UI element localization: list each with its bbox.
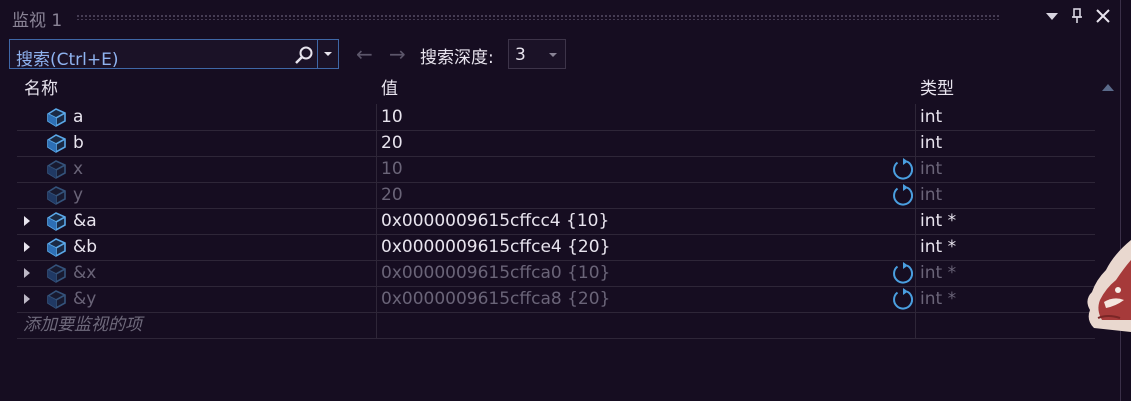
watch-value[interactable]: 20	[381, 130, 403, 156]
watch-value[interactable]: 0x0000009615cffca8 {20}	[381, 286, 610, 312]
refresh-icon[interactable]	[891, 287, 915, 311]
watch-row[interactable]: x 10 int	[17, 156, 1095, 183]
watch-value[interactable]: 10	[381, 104, 403, 130]
column-divider	[915, 104, 916, 131]
watch-name[interactable]: &b	[73, 234, 97, 260]
column-divider	[915, 208, 916, 235]
title-grip[interactable]	[76, 14, 1000, 20]
variable-icon	[45, 133, 67, 153]
variable-icon	[45, 237, 67, 257]
search-history-dropdown[interactable]	[317, 40, 338, 68]
watch-name[interactable]: &x	[73, 260, 96, 286]
watch-value[interactable]: 20	[381, 182, 403, 208]
column-divider	[915, 182, 916, 209]
watch-name[interactable]: &y	[73, 286, 96, 312]
expand-arrow-icon[interactable]	[24, 242, 30, 252]
column-divider	[915, 234, 916, 261]
scroll-up-arrow[interactable]	[1102, 84, 1114, 91]
watch-name[interactable]: &a	[73, 208, 97, 234]
watch-type: int	[920, 185, 943, 205]
watch-type: int	[920, 159, 943, 179]
watch-name[interactable]: y	[73, 182, 83, 208]
column-divider	[376, 156, 377, 183]
variable-icon	[45, 107, 67, 127]
search-placeholder: 搜索(Ctrl+E)	[16, 50, 119, 70]
column-divider	[376, 286, 377, 313]
watch-row[interactable]: &y 0x0000009615cffca8 {20} int *	[17, 286, 1095, 313]
column-header-type[interactable]: 类型	[920, 76, 954, 104]
watch-row[interactable]: &b 0x0000009615cffce4 {20} int *	[17, 234, 1095, 261]
variable-icon	[45, 185, 67, 205]
column-divider	[376, 104, 377, 131]
search-back-arrow[interactable]: ←	[356, 42, 373, 66]
watch-type: int	[920, 133, 943, 153]
watch-type: int *	[920, 289, 957, 309]
watch-value[interactable]: 10	[381, 156, 403, 182]
refresh-icon[interactable]	[891, 183, 915, 207]
watch-row[interactable]: &x 0x0000009615cffca0 {10} int *	[17, 260, 1095, 287]
refresh-icon[interactable]	[891, 157, 915, 181]
watch-value[interactable]: 0x0000009615cffcc4 {10}	[381, 208, 609, 234]
column-divider	[376, 260, 377, 287]
column-divider	[915, 286, 916, 313]
add-watch-placeholder[interactable]: 添加要监视的项	[23, 312, 142, 338]
refresh-icon[interactable]	[891, 261, 915, 285]
column-divider	[915, 260, 916, 287]
close-icon[interactable]	[1093, 6, 1113, 26]
variable-icon	[45, 211, 67, 231]
watch-name[interactable]: x	[73, 156, 83, 182]
search-depth-label: 搜索深度:	[420, 48, 494, 68]
window-title: 监视 1	[12, 11, 63, 31]
expand-arrow-icon[interactable]	[24, 294, 30, 304]
column-divider	[376, 130, 377, 157]
watch-row[interactable]: b 20 int	[17, 130, 1095, 157]
column-header-value[interactable]: 值	[381, 76, 398, 104]
watch-value[interactable]: 0x0000009615cffce4 {20}	[381, 234, 610, 260]
mascot-sticker	[1087, 240, 1131, 332]
add-watch-row[interactable]: 添加要监视的项	[17, 312, 1095, 339]
watch-type: int *	[920, 211, 957, 231]
expand-arrow-icon[interactable]	[24, 268, 30, 278]
variable-icon	[45, 159, 67, 179]
watch-row[interactable]: a 10 int	[17, 104, 1095, 131]
watch-row[interactable]: &a 0x0000009615cffcc4 {10} int *	[17, 208, 1095, 235]
variable-icon	[45, 263, 67, 283]
column-divider	[376, 312, 377, 339]
column-divider	[376, 234, 377, 261]
pin-icon[interactable]	[1067, 6, 1087, 26]
search-icon[interactable]	[294, 45, 314, 65]
column-divider	[915, 156, 916, 183]
watch-type: int	[920, 107, 943, 127]
watch-name[interactable]: a	[73, 104, 83, 130]
watch-value[interactable]: 0x0000009615cffca0 {10}	[381, 260, 610, 286]
watch-window: 监视 1 搜索(Ctrl+E) ← → 搜索深度: 3 名称 值 类型 a 10 i	[0, 0, 1121, 401]
search-input[interactable]: 搜索(Ctrl+E)	[9, 39, 339, 70]
expand-arrow-icon[interactable]	[24, 216, 30, 226]
column-divider	[915, 130, 916, 157]
variable-icon	[45, 289, 67, 309]
column-divider	[376, 208, 377, 235]
watch-type: int *	[920, 237, 957, 257]
title-bar: 监视 1	[0, 0, 1120, 34]
search-forward-arrow[interactable]: →	[389, 42, 406, 66]
watch-row[interactable]: y 20 int	[17, 182, 1095, 209]
search-depth-select[interactable]: 3	[508, 39, 566, 69]
toolbar: 搜索(Ctrl+E) ← → 搜索深度: 3	[0, 38, 1120, 72]
watch-name[interactable]: b	[73, 130, 84, 156]
window-menu-icon[interactable]	[1042, 6, 1062, 26]
column-divider	[376, 182, 377, 209]
search-depth-value: 3	[515, 45, 526, 65]
column-divider	[915, 312, 916, 339]
watch-type: int *	[920, 263, 957, 283]
column-header-name[interactable]: 名称	[24, 76, 58, 104]
